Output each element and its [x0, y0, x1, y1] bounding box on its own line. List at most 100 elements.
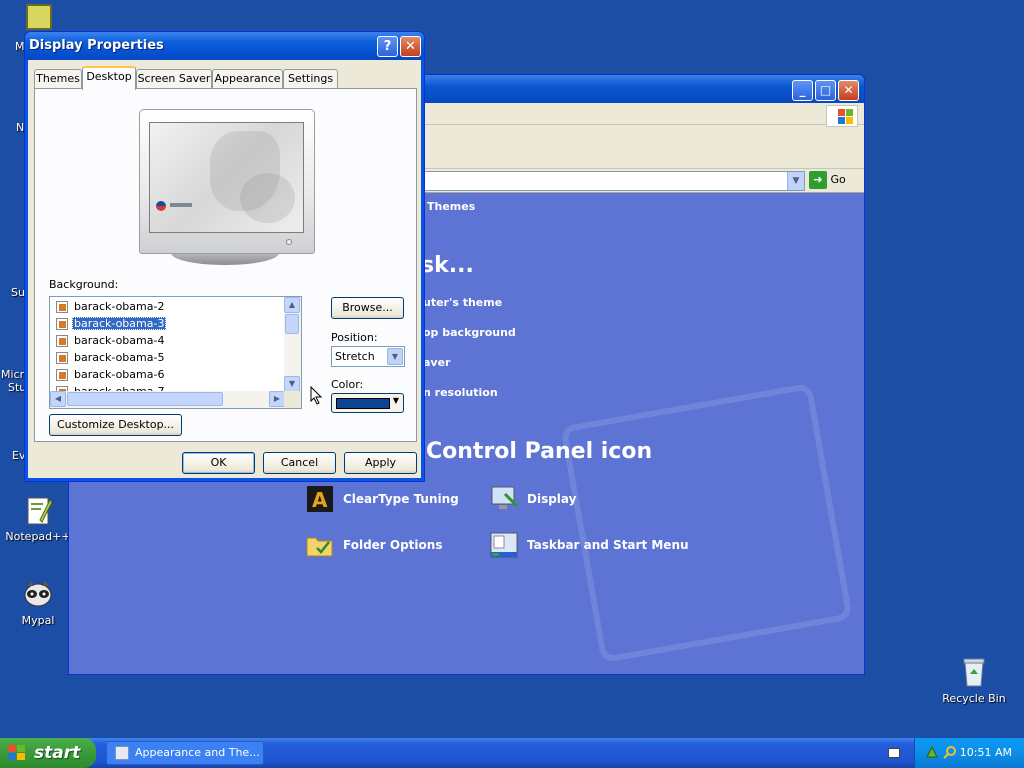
image-file-icon [56, 300, 68, 313]
control-panel-icon [115, 746, 129, 760]
scroll-corner [284, 391, 301, 408]
image-file-icon [56, 351, 68, 364]
pick-icon-heading: Control Panel icon [426, 439, 653, 464]
help-button[interactable]: ? [377, 36, 398, 57]
taskbar-item[interactable]: Taskbar and Start Menu [489, 530, 689, 560]
pick-task-heading: sk... [421, 253, 474, 278]
horizontal-scroll-thumb[interactable] [67, 392, 223, 406]
desktop-icon-recycle-bin[interactable]: Recycle Bin [936, 656, 1012, 705]
scroll-up-icon[interactable]: ▲ [284, 297, 300, 313]
clock[interactable]: 10:51 AM [960, 746, 1012, 759]
app-icon [26, 4, 52, 30]
taskbar-item-appearance[interactable]: Appearance and The... [106, 741, 264, 765]
dialog-titlebar[interactable]: Display Properties ? ✕ [25, 32, 424, 60]
power-led-icon [286, 239, 292, 245]
monitor-stand [171, 253, 279, 265]
go-arrow-icon: ➜ [809, 171, 827, 189]
mypal-icon [22, 578, 54, 610]
desktop-icon-app-top[interactable] [1, 4, 77, 34]
background-listbox[interactable]: barack-obama-2 barack-obama-3 barack-oba… [49, 296, 302, 409]
position-label: Position: [331, 331, 378, 344]
cancel-button[interactable]: Cancel [263, 452, 336, 474]
desktop-label-partial-3: Su [11, 286, 25, 299]
desktop-tab-panel: Background: barack-obama-2 barack-obama-… [34, 88, 417, 442]
horizontal-scrollbar[interactable]: ◀ ▶ [50, 391, 286, 408]
scroll-down-icon[interactable]: ▼ [284, 376, 300, 392]
list-item[interactable]: barack-obama-5 [56, 349, 166, 366]
task-link-resolution[interactable]: n resolution [423, 386, 498, 399]
cleartype-item[interactable]: A ClearType Tuning [305, 484, 459, 514]
scroll-left-icon[interactable]: ◀ [50, 391, 66, 407]
list-item[interactable]: barack-obama-6 [56, 366, 166, 383]
vertical-scroll-thumb[interactable] [285, 314, 299, 334]
customize-desktop-button[interactable]: Customize Desktop... [49, 414, 182, 436]
display-item[interactable]: Display [489, 484, 576, 514]
taskbar-label: Taskbar and Start Menu [527, 538, 689, 552]
position-select[interactable]: Stretch ▼ [331, 346, 405, 367]
address-field[interactable]: ▼ [409, 171, 805, 191]
ok-button[interactable]: OK [182, 452, 255, 474]
folder-options-icon [305, 530, 335, 560]
folder-options-label: Folder Options [343, 538, 443, 552]
apply-button[interactable]: Apply [344, 452, 417, 474]
start-label: start [34, 743, 81, 763]
taskbar: start Appearance and The... 10:51 AM [0, 738, 1024, 768]
campaign-logo-icon [156, 201, 166, 211]
monitor-preview [139, 109, 315, 265]
vertical-scrollbar[interactable]: ▲ ▼ [284, 297, 301, 393]
tab-themes[interactable]: Themes [34, 69, 82, 89]
system-tray: 10:51 AM [914, 738, 1024, 768]
chevron-down-icon: ▼ [392, 396, 399, 405]
list-item[interactable]: barack-obama-2 [56, 298, 166, 315]
tab-settings[interactable]: Settings [283, 69, 338, 89]
address-dropdown-icon[interactable]: ▼ [787, 172, 804, 190]
folder-options-item[interactable]: Folder Options [305, 530, 442, 560]
task-link-theme[interactable]: uter's theme [423, 296, 502, 309]
desktop-icon-mypal[interactable]: Mypal [0, 578, 76, 627]
list-item[interactable]: barack-obama-4 [56, 332, 166, 349]
tab-screen-saver[interactable]: Screen Saver [136, 69, 212, 89]
task-link-screensaver[interactable]: aver [423, 356, 450, 369]
windows-logo-icon [826, 105, 858, 127]
desktop-icon-notepadpp[interactable]: Notepad++ [0, 494, 76, 543]
cleartype-label: ClearType Tuning [343, 492, 459, 506]
image-file-icon [56, 317, 68, 330]
display-properties-dialog[interactable]: Display Properties ? ✕ Themes Desktop Sc… [24, 31, 425, 482]
close-button[interactable]: ✕ [838, 80, 859, 101]
close-button[interactable]: ✕ [400, 36, 421, 57]
go-button[interactable]: ➜ Go [809, 171, 859, 191]
task-link-background[interactable]: op background [423, 326, 516, 339]
taskbar-icon [489, 530, 519, 560]
themes-link[interactable]: Themes [427, 200, 475, 213]
chevron-down-icon[interactable]: ▼ [387, 348, 403, 365]
notepadpp-icon [22, 494, 54, 526]
notepadpp-label: Notepad++ [5, 530, 71, 543]
display-label: Display [527, 492, 577, 506]
display-icon [489, 484, 519, 514]
scroll-right-icon[interactable]: ▶ [269, 391, 285, 407]
start-button[interactable]: start [0, 738, 96, 768]
monitor-screen-preview [149, 122, 304, 233]
browse-button[interactable]: Browse... [331, 297, 404, 319]
list-item-selected[interactable]: barack-obama-3 [56, 315, 167, 332]
recycle-bin-icon [958, 656, 990, 688]
background-label: Background: [49, 278, 119, 291]
position-value: Stretch [335, 350, 375, 363]
color-label: Color: [331, 378, 364, 391]
maximize-button[interactable]: □ [815, 80, 836, 101]
windows-logo-icon [8, 745, 26, 761]
tab-desktop[interactable]: Desktop [82, 66, 136, 90]
network-icon[interactable] [925, 745, 939, 759]
search-icon[interactable] [943, 745, 957, 759]
tab-appearance[interactable]: Appearance [212, 69, 283, 89]
go-label: Go [830, 173, 846, 186]
minimize-button[interactable]: _ [792, 80, 813, 101]
desktop-label-partial-2: N [16, 121, 25, 134]
svg-text:A: A [312, 488, 328, 512]
taskbar-item-label: Appearance and The... [135, 746, 260, 759]
mouse-cursor-icon [310, 386, 322, 405]
monitor-case [139, 109, 315, 254]
color-picker-button[interactable]: ▼ [331, 393, 404, 413]
dialog-body: Themes Desktop Screen Saver Appearance S… [28, 60, 421, 478]
keyboard-icon[interactable] [888, 748, 900, 758]
